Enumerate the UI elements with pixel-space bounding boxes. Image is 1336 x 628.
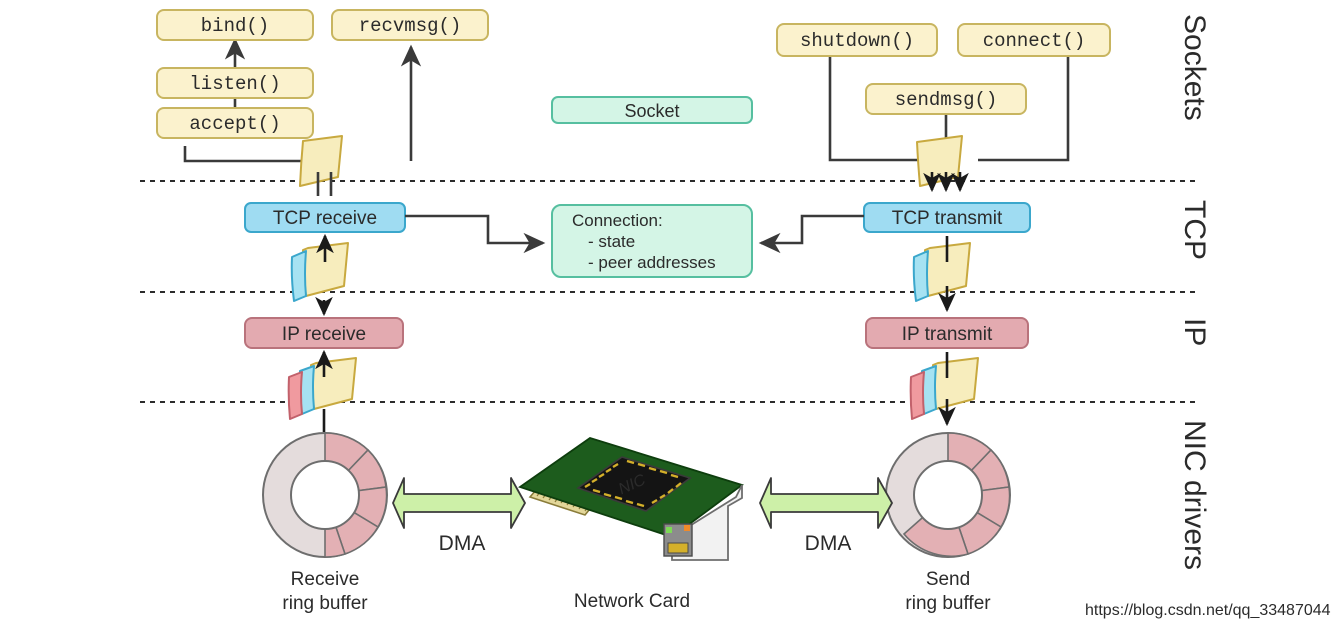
ip-receive-label: IP receive: [282, 324, 366, 345]
packet-sockets-receive: [299, 135, 343, 187]
socket-call-connect[interactable]: connect(): [957, 23, 1111, 57]
socket-call-accept[interactable]: accept(): [156, 107, 314, 139]
send-ring-buffer-label-line1: Send: [926, 569, 970, 590]
tcp-receive-box[interactable]: TCP receive: [244, 202, 406, 233]
layer-label-nic-drivers: NIC drivers: [1178, 420, 1211, 570]
tcp-transmit-label: TCP transmit: [892, 208, 1003, 229]
socket-call-sendmsg[interactable]: sendmsg(): [865, 83, 1027, 115]
socket-call-shutdown-label: shutdown(): [800, 30, 914, 52]
send-ring-buffer[interactable]: Send ring buffer: [885, 432, 1011, 614]
connection-title: Connection:: [572, 211, 663, 230]
packet-sockets-transmit: [916, 135, 963, 187]
receive-call-connectors: [183, 37, 422, 163]
packet-ip-receive: [287, 357, 357, 420]
socket-call-recvmsg[interactable]: recvmsg(): [331, 9, 489, 41]
ip-receive-box[interactable]: IP receive: [244, 317, 404, 349]
dma-arrow-receive: DMA: [392, 477, 526, 555]
network-stack-diagram: Sockets TCP IP NIC drivers bind() recvms…: [140, 9, 1331, 619]
dma-arrow-receive-label: DMA: [439, 532, 486, 555]
network-card-caption: Network Card: [574, 591, 690, 612]
socket-call-accept-label: accept(): [189, 113, 280, 135]
watermark: https://blog.csdn.net/qq_33487044: [1085, 602, 1331, 619]
ip-transmit-box[interactable]: IP transmit: [865, 317, 1029, 349]
socket-call-shutdown[interactable]: shutdown(): [776, 23, 938, 57]
socket-object-label: Socket: [624, 101, 679, 121]
receive-ring-buffer-label-line2: ring buffer: [282, 593, 368, 614]
receive-ring-buffer-label-line1: Receive: [291, 569, 360, 590]
socket-call-listen-label: listen(): [189, 73, 280, 95]
socket-call-bind-label: bind(): [201, 15, 269, 37]
socket-object-box[interactable]: Socket: [551, 96, 753, 124]
receive-ring-buffer[interactable]: Receive ring buffer: [262, 432, 388, 614]
layer-label-ip: IP: [1178, 318, 1211, 346]
socket-call-bind[interactable]: bind(): [156, 9, 314, 41]
dma-arrow-transmit-label: DMA: [805, 532, 852, 555]
connection-box[interactable]: Connection: - state - peer addresses: [551, 204, 753, 278]
socket-call-recvmsg-label: recvmsg(): [359, 15, 462, 37]
dma-arrow-transmit: DMA: [759, 477, 893, 555]
send-ring-buffer-label-line2: ring buffer: [905, 593, 991, 614]
layer-label-sockets: Sockets: [1178, 14, 1211, 121]
socket-call-sendmsg-label: sendmsg(): [895, 89, 998, 111]
ip-transmit-label: IP transmit: [902, 324, 993, 345]
socket-calls-receive-group: bind() recvmsg() listen() accept(): [156, 9, 489, 196]
diagram-canvas: Sockets TCP IP NIC drivers bind() recvms…: [0, 0, 1336, 628]
connection-item-state: - state: [588, 232, 635, 251]
tcp-transmit-box[interactable]: TCP transmit: [863, 202, 1031, 233]
socket-call-listen[interactable]: listen(): [156, 67, 314, 99]
socket-call-connect-label: connect(): [983, 30, 1086, 52]
layer-label-tcp: TCP: [1178, 200, 1211, 260]
tcp-receive-label: TCP receive: [273, 208, 377, 229]
socket-calls-transmit-group: shutdown() connect() sendmsg(): [776, 23, 1111, 193]
packet-ip-transmit: [909, 357, 979, 420]
connection-item-peer-addresses: - peer addresses: [588, 253, 716, 272]
packet-tcp-receive: [290, 242, 349, 302]
network-card[interactable]: NIC Network Card: [518, 437, 744, 612]
